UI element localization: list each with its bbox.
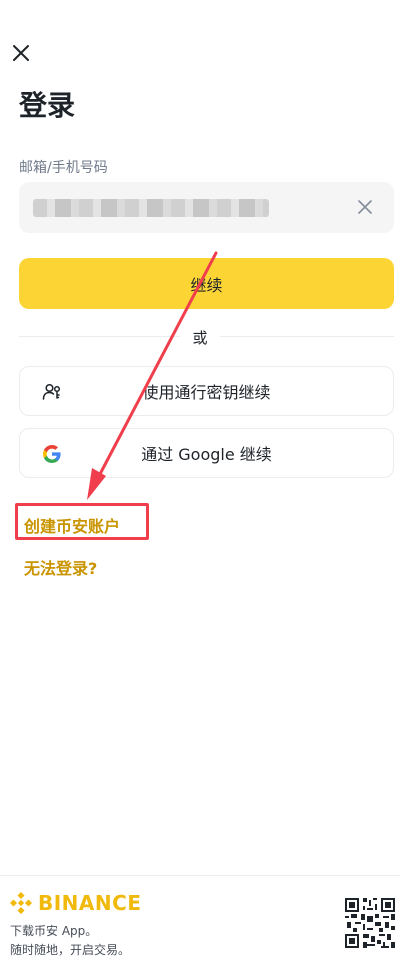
email-field-label: 邮箱/手机号码 (19, 160, 108, 176)
page-title: 登录 (19, 89, 76, 122)
passkey-button[interactable]: 使用通行密钥继续 (19, 366, 394, 416)
footer-download-text: 下载币安 App。 (10, 924, 98, 938)
google-button[interactable]: 通过 Google 继续 (19, 428, 394, 478)
google-icon (43, 445, 61, 463)
continue-button[interactable]: 继续 (19, 258, 394, 309)
binance-logo-icon (10, 892, 32, 914)
google-button-label: 通过 Google 继续 (141, 445, 272, 464)
footer-tagline: 随时随地，开启交易。 (10, 943, 131, 957)
email-field-container[interactable] (19, 182, 394, 233)
create-account-link[interactable]: 创建币安账户 (24, 513, 120, 537)
annotation-arrow (87, 251, 218, 500)
brand-logo: BINANCE (10, 891, 141, 915)
brand-name: BINANCE (38, 891, 142, 915)
cant-login-link[interactable]: 无法登录? (24, 555, 97, 579)
or-label: 或 (180, 329, 220, 347)
footer-divider (0, 875, 400, 876)
qr-code-icon (345, 898, 395, 948)
passkey-button-label: 使用通行密钥继续 (142, 383, 271, 402)
email-field[interactable] (33, 199, 269, 217)
or-separator: 或 (0, 327, 400, 348)
clear-icon[interactable] (356, 198, 374, 216)
continue-button-label: 继续 (190, 275, 223, 295)
close-icon[interactable] (10, 42, 32, 64)
passkey-icon (42, 383, 61, 400)
